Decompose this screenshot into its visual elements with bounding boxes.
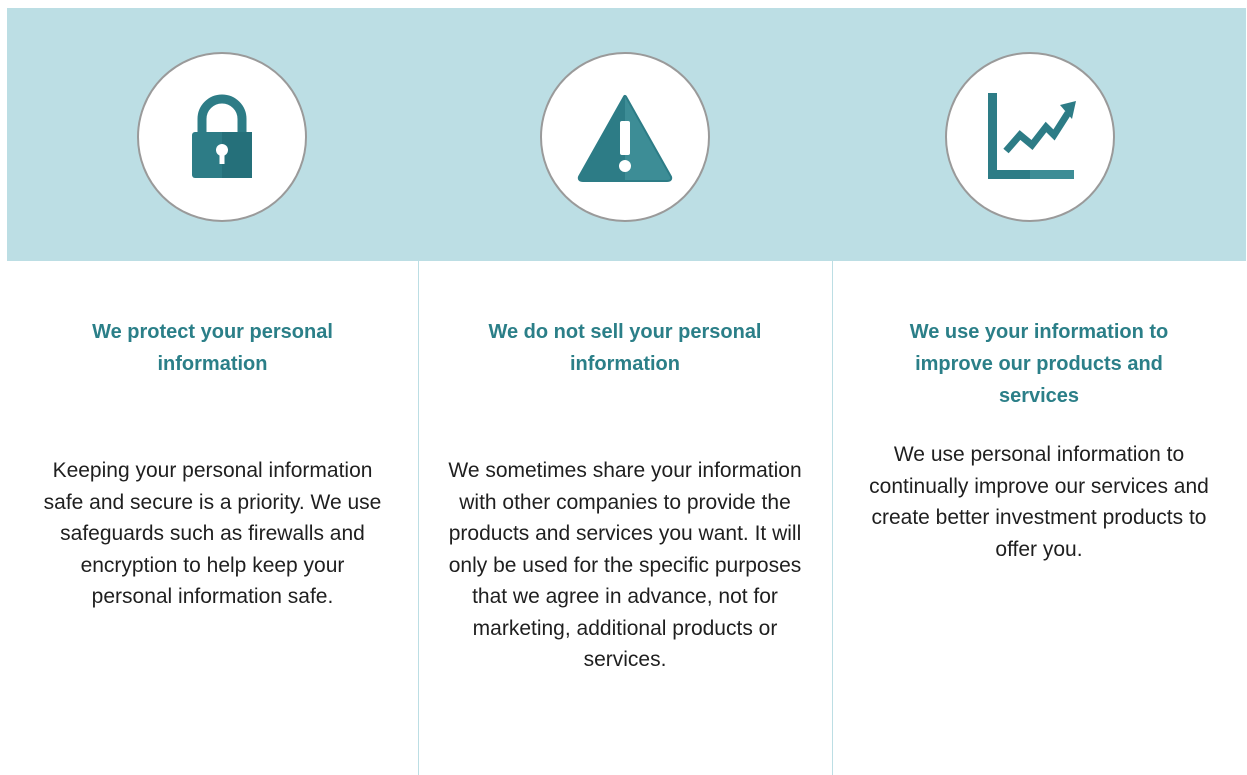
padlock-icon <box>192 94 252 178</box>
column-body: Keeping your personal information safe a… <box>43 459 382 608</box>
column-not-sell: We do not sell your personal information… <box>418 261 832 775</box>
column-heading: We do not sell your personal information <box>488 321 762 375</box>
column-improve: We use your information to improve our p… <box>832 261 1246 775</box>
icon-banner <box>7 8 1246 261</box>
column-heading: We use your information to improve our p… <box>909 321 1169 407</box>
growth-chart-icon-badge <box>945 52 1115 222</box>
warning-icon-badge <box>540 52 710 222</box>
column-body: We sometimes share your information with… <box>448 459 802 671</box>
privacy-promises-panel: We protect your personal information Kee… <box>7 8 1246 775</box>
padlock-icon-badge <box>137 52 307 222</box>
warning-icon <box>577 95 673 182</box>
column-heading: We protect your personal information <box>92 321 333 375</box>
column-protect: We protect your personal information Kee… <box>7 261 418 775</box>
column-body: We use personal information to continual… <box>869 443 1209 561</box>
growth-chart-icon <box>988 93 1076 179</box>
